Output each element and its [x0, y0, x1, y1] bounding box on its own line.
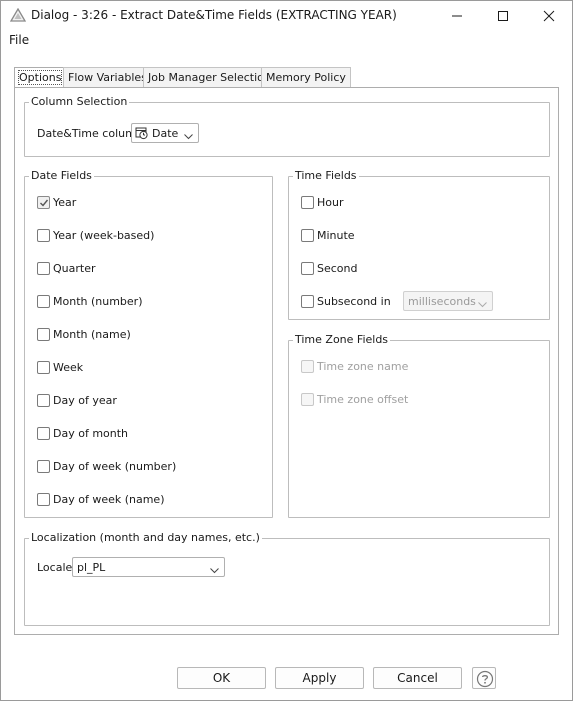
- minute-label: Minute: [317, 229, 355, 242]
- year-week-based-checkbox-row[interactable]: Year (week-based): [37, 228, 257, 244]
- minute-checkbox[interactable]: [301, 229, 314, 242]
- time-zone-offset-checkbox-row[interactable]: Time zone offset: [301, 392, 501, 408]
- ok-button[interactable]: OK: [177, 667, 266, 689]
- hour-checkbox-row[interactable]: Hour: [301, 195, 501, 211]
- date-fields-group: Date Fields Year Year (week-based) Quart…: [24, 169, 273, 518]
- week-label: Week: [53, 361, 84, 374]
- day-of-week-number-checkbox-row[interactable]: Day of week (number): [37, 459, 257, 475]
- dialog-window: Dialog - 3:26 - Extract Date&Time Fields…: [0, 0, 573, 701]
- hour-label: Hour: [317, 196, 344, 209]
- clock-calendar-icon: [135, 126, 149, 143]
- time-zone-name-checkbox-row[interactable]: Time zone name: [301, 359, 501, 375]
- second-label: Second: [317, 262, 358, 275]
- tab-job-manager-selection[interactable]: Job Manager Selection: [143, 67, 276, 87]
- day-of-month-label: Day of month: [53, 427, 129, 440]
- close-button[interactable]: [526, 1, 572, 30]
- minute-checkbox-row[interactable]: Minute: [301, 228, 501, 244]
- time-zone-offset-label: Time zone offset: [317, 393, 409, 406]
- menu-bar: File: [1, 30, 572, 50]
- chevron-down-icon: [478, 298, 487, 311]
- day-of-month-checkbox[interactable]: [37, 427, 50, 440]
- time-fields-group: Time Fields Hour Minute Second Subsecond…: [288, 169, 550, 320]
- day-of-week-number-label: Day of week (number): [53, 460, 177, 473]
- locale-value: pl_PL: [77, 561, 106, 574]
- time-zone-fields-group: Time Zone Fields Time zone name Time zon…: [288, 333, 550, 518]
- day-of-year-label: Day of year: [53, 394, 117, 407]
- week-checkbox-row[interactable]: Week: [37, 360, 257, 376]
- month-name-label: Month (name): [53, 328, 131, 341]
- time-zone-name-checkbox[interactable]: [301, 360, 314, 373]
- day-of-week-number-checkbox[interactable]: [37, 460, 50, 473]
- localization-group: Localization (month and day names, etc.)…: [24, 531, 550, 626]
- day-of-year-checkbox[interactable]: [37, 394, 50, 407]
- month-number-checkbox-row[interactable]: Month (number): [37, 294, 257, 310]
- day-of-week-name-label: Day of week (name): [53, 493, 165, 506]
- month-number-label: Month (number): [53, 295, 143, 308]
- date-time-column-value: Date: [152, 127, 179, 140]
- subsecond-checkbox[interactable]: [301, 295, 314, 308]
- second-checkbox[interactable]: [301, 262, 314, 275]
- tab-options[interactable]: Options: [14, 67, 67, 88]
- year-week-based-label: Year (week-based): [53, 229, 155, 242]
- time-zone-fields-legend: Time Zone Fields: [293, 333, 391, 346]
- quarter-checkbox-row[interactable]: Quarter: [37, 261, 257, 277]
- cancel-button[interactable]: Cancel: [373, 667, 462, 689]
- hour-checkbox[interactable]: [301, 196, 314, 209]
- date-time-column-select[interactable]: Date: [131, 123, 199, 143]
- tab-memory-policy[interactable]: Memory Policy: [261, 67, 351, 87]
- date-fields-legend: Date Fields: [29, 169, 94, 182]
- maximize-icon: [498, 11, 508, 21]
- quarter-label: Quarter: [53, 262, 96, 275]
- date-time-column-label: Date&Time column: [37, 127, 143, 140]
- subsecond-unit-select[interactable]: milliseconds: [403, 291, 493, 311]
- time-fields-legend: Time Fields: [293, 169, 359, 182]
- column-selection-group: Column Selection Date&Time column Date: [24, 95, 550, 157]
- month-number-checkbox[interactable]: [37, 295, 50, 308]
- tab-flow-variables-label: Flow Variables: [68, 71, 147, 84]
- window-title: Dialog - 3:26 - Extract Date&Time Fields…: [31, 8, 397, 22]
- subsecond-label: Subsecond in: [317, 295, 391, 308]
- time-zone-name-label: Time zone name: [317, 360, 409, 373]
- chevron-down-icon: [210, 564, 219, 577]
- chevron-down-icon: [184, 130, 193, 143]
- apply-button[interactable]: Apply: [275, 667, 364, 689]
- options-panel: Column Selection Date&Time column Date D…: [14, 87, 559, 635]
- second-checkbox-row[interactable]: Second: [301, 261, 501, 277]
- title-bar: Dialog - 3:26 - Extract Date&Time Fields…: [1, 1, 572, 30]
- question-icon: [476, 670, 494, 688]
- close-icon: [543, 10, 555, 22]
- tab-flow-variables[interactable]: Flow Variables: [63, 67, 152, 87]
- year-checkbox[interactable]: [37, 196, 50, 209]
- column-selection-legend: Column Selection: [29, 95, 130, 108]
- quarter-checkbox[interactable]: [37, 262, 50, 275]
- time-zone-offset-checkbox[interactable]: [301, 393, 314, 406]
- locale-label: Locale: [37, 561, 73, 574]
- day-of-month-checkbox-row[interactable]: Day of month: [37, 426, 257, 442]
- minimize-button[interactable]: [434, 1, 480, 30]
- menu-file[interactable]: File: [9, 33, 29, 47]
- minimize-icon: [452, 15, 462, 17]
- subsecond-unit-value: milliseconds: [408, 295, 476, 308]
- tab-options-label: Options: [17, 70, 63, 85]
- week-checkbox[interactable]: [37, 361, 50, 374]
- maximize-button[interactable]: [480, 1, 526, 30]
- help-button[interactable]: [472, 667, 496, 689]
- year-week-based-checkbox[interactable]: [37, 229, 50, 242]
- tab-memory-policy-label: Memory Policy: [266, 71, 346, 84]
- subsecond-checkbox-row[interactable]: Subsecond in: [301, 294, 396, 310]
- day-of-week-name-checkbox-row[interactable]: Day of week (name): [37, 492, 257, 508]
- checkmark-icon: [40, 199, 49, 207]
- day-of-year-checkbox-row[interactable]: Day of year: [37, 393, 257, 409]
- month-name-checkbox[interactable]: [37, 328, 50, 341]
- localization-legend: Localization (month and day names, etc.): [29, 531, 262, 544]
- year-checkbox-row[interactable]: Year: [37, 195, 257, 211]
- tab-job-manager-label: Job Manager Selection: [148, 71, 271, 84]
- app-icon: [9, 7, 27, 22]
- month-name-checkbox-row[interactable]: Month (name): [37, 327, 257, 343]
- year-label: Year: [53, 196, 77, 209]
- day-of-week-name-checkbox[interactable]: [37, 493, 50, 506]
- locale-select[interactable]: pl_PL: [72, 557, 225, 577]
